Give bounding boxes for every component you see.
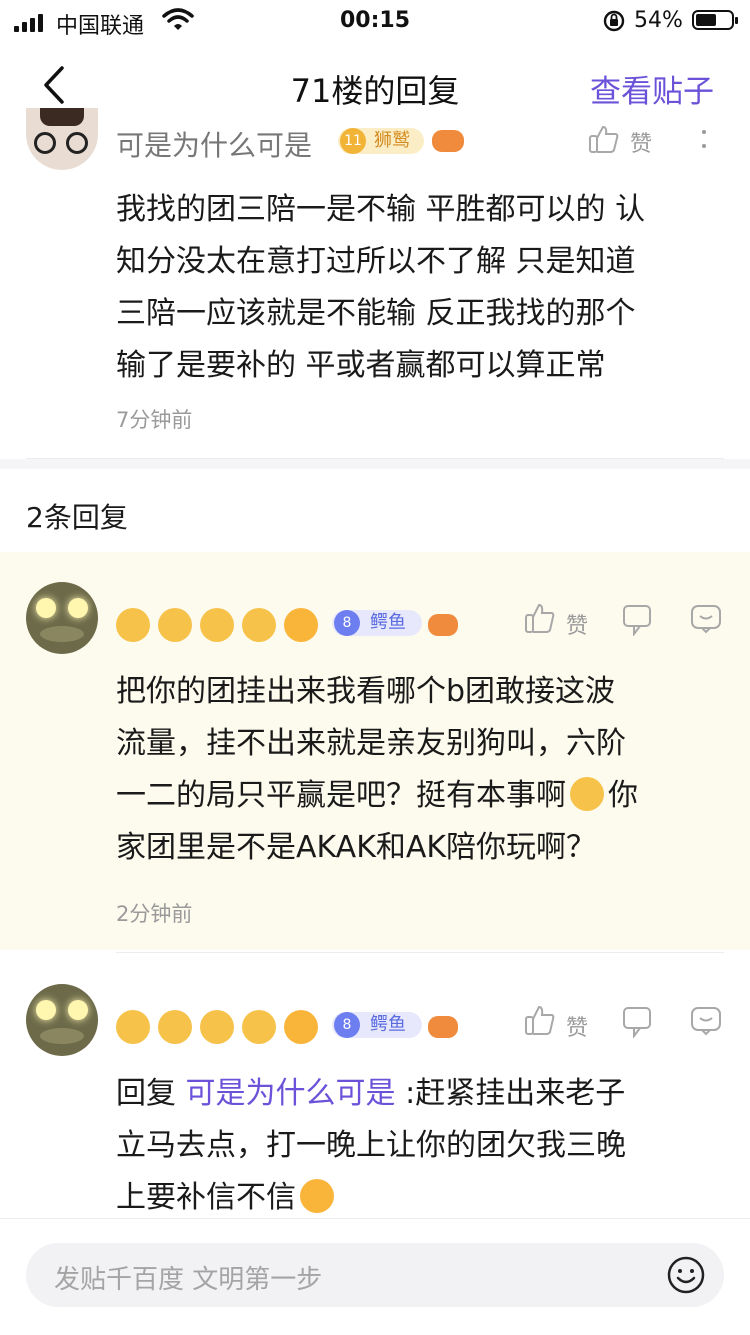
rotation-lock-icon <box>603 10 625 32</box>
avatar[interactable] <box>26 582 98 654</box>
level-number: 11 <box>340 128 366 154</box>
avatar[interactable] <box>26 108 98 170</box>
level-badge: 8 鳄鱼 <box>332 610 422 636</box>
reply-item: 8 鳄鱼 赞 回复 可是为什么可是 :赶紧挂出来老子 立马去点，打一晚上让你的团… <box>0 954 750 1218</box>
sweat-emoji-icon <box>116 1010 150 1044</box>
level-title: 狮鹫 <box>374 130 410 151</box>
username[interactable]: 可是为什么可是 <box>116 124 312 164</box>
dislike-icon[interactable] <box>622 604 652 636</box>
comment-input-placeholder: 发贴千百度 文明第一步 <box>54 1265 323 1295</box>
like-label[interactable]: 赞 <box>566 1010 588 1042</box>
divider <box>116 952 724 953</box>
hug-emoji-icon <box>284 1010 318 1044</box>
content-line: 立马去点，打一晚上让你的团欠我三晚 <box>116 1128 626 1163</box>
level-title: 鳄鱼 <box>370 1014 406 1035</box>
content-line: 我找的团三陪一是不输 平胜都可以的 认 <box>116 192 646 227</box>
reply-prefix: 回复 <box>116 1076 186 1111</box>
content-line: 把你的团挂出来我看哪个b团敢接这波 <box>116 674 616 709</box>
post-time: 7分钟前 <box>116 408 193 432</box>
nav-bar: 71楼的回复 查看贴子 <box>0 44 750 124</box>
post-content: 我找的团三陪一是不输 平胜都可以的 认 知分没太在意打过所以不了解 只是知道 三… <box>116 184 736 392</box>
reply-time: 2分钟前 <box>116 902 193 926</box>
reply-text: :赶紧挂出来老子 <box>395 1076 626 1111</box>
level-badge: 11 狮鹫 <box>338 128 424 154</box>
sweat-emoji-icon <box>200 1010 234 1044</box>
content-line: 三陪一应该就是不能输 反正我找的那个 <box>116 296 636 331</box>
level-number: 8 <box>334 610 360 636</box>
battery-icon <box>692 10 738 30</box>
content-line-tail: 你 <box>608 778 638 813</box>
content-line: 上要补信不信 <box>116 1172 736 1224</box>
level-number: 8 <box>334 1012 360 1038</box>
sweat-emoji-icon <box>242 608 276 642</box>
like-icon[interactable] <box>524 602 556 634</box>
sweat-emoji-icon <box>116 608 150 642</box>
section-gap <box>0 459 750 469</box>
avatar[interactable] <box>26 984 98 1056</box>
like-icon[interactable] <box>524 1004 556 1036</box>
yum-emoji-icon <box>570 777 604 811</box>
content-line: 输了是要补的 平或者赢都可以算正常 <box>116 348 606 383</box>
view-post-button[interactable]: 查看贴子 <box>590 66 714 111</box>
sweat-emoji-icon <box>158 608 192 642</box>
more-options-icon[interactable] <box>700 126 708 152</box>
like-label[interactable]: 赞 <box>630 126 652 158</box>
reply-count: 2条回复 <box>26 501 128 534</box>
game-controller-icon <box>428 1016 458 1038</box>
content-line: 回复 可是为什么可是 :赶紧挂出来老子 <box>116 1068 736 1120</box>
like-label[interactable]: 赞 <box>566 608 588 640</box>
game-controller-icon <box>432 130 464 152</box>
dislike-icon[interactable] <box>622 1006 652 1038</box>
hug-emoji-icon <box>284 608 318 642</box>
sweat-emoji-icon <box>242 1010 276 1044</box>
content-line: 一二的局只平赢是吧？挺有本事啊 你 <box>116 770 736 822</box>
comment-input[interactable]: 发贴千百度 文明第一步 <box>26 1243 724 1307</box>
content-line: 家团里是不是AKAK和AK陪你玩啊？ <box>116 830 597 865</box>
game-controller-icon <box>428 614 458 636</box>
like-icon[interactable] <box>588 124 620 154</box>
level-title: 鳄鱼 <box>370 612 406 633</box>
content-line-text: 一二的局只平赢是吧？挺有本事啊 <box>116 778 566 813</box>
reply-to-user-link[interactable]: 可是为什么可是 <box>186 1076 396 1111</box>
comment-icon[interactable] <box>690 604 722 634</box>
sweat-emoji-icon <box>200 608 234 642</box>
comment-icon[interactable] <box>690 1006 722 1036</box>
emoji-picker-icon[interactable] <box>666 1255 706 1295</box>
reply-content: 把你的团挂出来我看哪个b团敢接这波 流量，挂不出来就是亲友别狗叫，六阶 一二的局… <box>116 666 736 874</box>
reply-content: 回复 可是为什么可是 :赶紧挂出来老子 立马去点，打一晚上让你的团欠我三晚 上要… <box>116 1068 736 1224</box>
reply-item: 8 鳄鱼 赞 把你的团挂出来我看哪个b团敢接这波 流量，挂不出来就是亲友别狗叫，… <box>0 552 750 950</box>
status-bar: 中国联通 00:15 54% <box>0 0 750 44</box>
content-line-text: 上要补信不信 <box>116 1180 296 1215</box>
content-line: 流量，挂不出来就是亲友别狗叫，六阶 <box>116 726 626 761</box>
level-badge: 8 鳄鱼 <box>332 1012 422 1038</box>
content-line: 知分没太在意打过所以不了解 只是知道 <box>116 244 636 279</box>
hug-emoji-icon <box>300 1179 334 1213</box>
bottom-bar: 发贴千百度 文明第一步 <box>0 1218 750 1335</box>
battery-percent: 54% <box>634 8 683 33</box>
sweat-emoji-icon <box>158 1010 192 1044</box>
